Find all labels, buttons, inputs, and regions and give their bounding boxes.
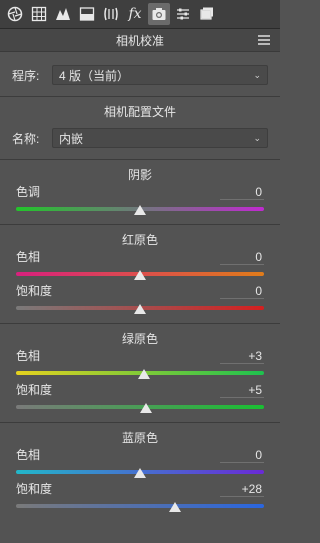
fx-icon[interactable]: fx bbox=[124, 3, 146, 25]
slider-thumb[interactable] bbox=[137, 369, 150, 379]
panel-menu-icon[interactable] bbox=[258, 34, 270, 48]
aperture-icon[interactable] bbox=[4, 3, 26, 25]
divider bbox=[0, 323, 280, 324]
divider bbox=[0, 96, 280, 97]
tone-curve-icon[interactable] bbox=[52, 3, 74, 25]
slider-value-input[interactable]: +3 bbox=[220, 349, 264, 364]
profile-section-title: 相机配置文件 bbox=[103, 105, 176, 119]
slider-thumb[interactable] bbox=[140, 403, 153, 413]
shadows-title: 阴影 bbox=[127, 168, 152, 182]
profile-row: 名称: 内嵌 ⌄ bbox=[0, 123, 280, 153]
green-hue-slider: 色相 +3 bbox=[0, 348, 280, 382]
slider-thumb[interactable] bbox=[134, 304, 146, 314]
sliders-icon[interactable] bbox=[172, 3, 194, 25]
blue-primary-title: 蓝原色 bbox=[121, 431, 158, 445]
panel-title: 相机校准 bbox=[115, 33, 164, 48]
process-label: 程序: bbox=[12, 68, 40, 83]
process-row: 程序: 4 版（当前） ⌄ bbox=[0, 60, 280, 90]
camera-icon[interactable] bbox=[148, 3, 170, 25]
presets-icon[interactable] bbox=[196, 3, 218, 25]
blue-saturation-slider: 饱和度 +28 bbox=[0, 481, 280, 515]
profile-select[interactable]: 内嵌 ⌄ bbox=[52, 128, 268, 148]
process-select[interactable]: 4 版（当前） ⌄ bbox=[52, 65, 268, 85]
slider-value-input[interactable]: 0 bbox=[220, 284, 264, 299]
slider-track[interactable] bbox=[16, 504, 264, 508]
slider-label: 饱和度 bbox=[16, 284, 53, 298]
red-primary-title: 红原色 bbox=[121, 233, 158, 247]
slider-value-input[interactable]: 0 bbox=[220, 250, 264, 265]
chevron-down-icon: ⌄ bbox=[253, 69, 261, 80]
green-saturation-slider: 饱和度 +5 bbox=[0, 382, 280, 416]
slider-label: 色调 bbox=[16, 185, 41, 199]
blue-hue-slider: 色相 0 bbox=[0, 447, 280, 481]
histogram-grid-icon[interactable] bbox=[28, 3, 50, 25]
split-tone-icon[interactable] bbox=[76, 3, 98, 25]
slider-value-input[interactable]: +5 bbox=[220, 383, 264, 398]
slider-label: 饱和度 bbox=[16, 383, 53, 397]
slider-label: 色相 bbox=[16, 448, 41, 462]
panel-header: 相机校准 bbox=[0, 29, 280, 52]
divider bbox=[0, 422, 280, 423]
slider-label: 色相 bbox=[16, 349, 41, 363]
divider bbox=[0, 159, 280, 160]
slider-thumb[interactable] bbox=[134, 468, 146, 478]
shadows-tint-slider: 色调 0 bbox=[0, 184, 280, 218]
green-primary-title: 绿原色 bbox=[121, 332, 158, 346]
profile-label: 名称: bbox=[12, 131, 40, 146]
slider-thumb[interactable] bbox=[168, 502, 181, 512]
panel-toolbar: fx bbox=[0, 0, 280, 29]
red-hue-slider: 色相 0 bbox=[0, 249, 280, 283]
divider bbox=[0, 224, 280, 225]
slider-value-input[interactable]: +28 bbox=[220, 482, 264, 497]
slider-thumb[interactable] bbox=[134, 270, 146, 280]
slider-label: 色相 bbox=[16, 250, 41, 264]
chevron-down-icon: ⌄ bbox=[253, 132, 261, 143]
slider-value-input[interactable]: 0 bbox=[220, 448, 264, 463]
profile-value: 内嵌 bbox=[59, 131, 84, 146]
red-saturation-slider: 饱和度 0 bbox=[0, 283, 280, 317]
slider-label: 饱和度 bbox=[16, 482, 53, 496]
lens-icon[interactable] bbox=[100, 3, 122, 25]
slider-thumb[interactable] bbox=[134, 205, 146, 215]
process-value: 4 版（当前） bbox=[59, 68, 130, 83]
slider-value-input[interactable]: 0 bbox=[220, 185, 264, 200]
